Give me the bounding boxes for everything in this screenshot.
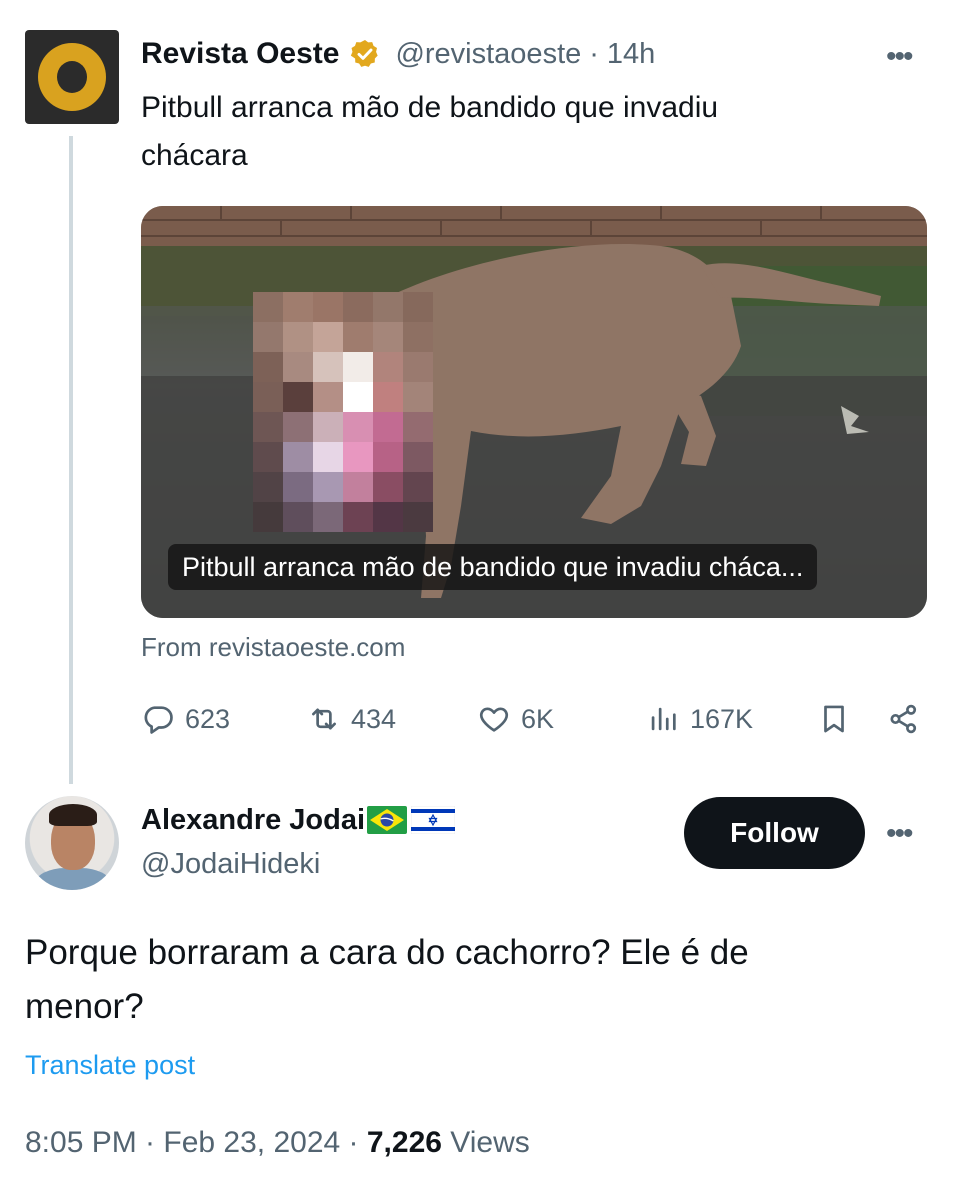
verified-badge-icon xyxy=(351,40,379,67)
reply-icon xyxy=(144,706,173,734)
translate-post-link[interactable]: Translate post xyxy=(25,1050,195,1081)
parent-handle[interactable]: @revistaoeste xyxy=(395,38,581,71)
israel-flag-icon xyxy=(411,806,456,834)
more-options-icon[interactable]: ••• xyxy=(886,40,913,74)
views-button[interactable]: 167K xyxy=(646,696,753,742)
repost-count: 434 xyxy=(351,703,397,734)
parent-tweet-text: Pitbull arranca mão de bandido que invad… xyxy=(141,84,901,180)
reply-author-name[interactable]: Alexandre Jodai xyxy=(141,804,365,837)
revista-oeste-avatar[interactable] xyxy=(25,30,119,124)
media-caption: Pitbull arranca mão de bandido que invad… xyxy=(168,544,818,590)
reply-text: Porque borraram a cara do cachorro? Ele … xyxy=(25,926,925,1034)
reply-text-line: Porque borraram a cara do cachorro? Ele … xyxy=(25,933,749,972)
reply-button[interactable]: 623 xyxy=(141,696,230,742)
bookmark-icon xyxy=(824,705,844,733)
reply-author-row: Alexandre Jodai xyxy=(141,800,456,840)
separator-dot: · xyxy=(589,37,599,70)
share-button[interactable] xyxy=(887,696,931,742)
post-views-count: 7,226 xyxy=(366,1126,442,1159)
parent-time[interactable]: 14h xyxy=(607,38,655,71)
share-icon xyxy=(890,704,917,734)
bookmark-button[interactable] xyxy=(817,696,861,742)
heart-icon xyxy=(479,707,509,732)
avatar-shirt xyxy=(35,868,111,890)
post-metadata: 8:05 PM · Feb 23, 2024 · 7,226 Views xyxy=(25,1126,530,1160)
reply-author-avatar[interactable] xyxy=(25,796,119,890)
reply-text-line: menor? xyxy=(25,987,144,1026)
action-bar: 623 434 6K 167K xyxy=(141,696,931,742)
link-source[interactable]: From revistaoeste.com xyxy=(141,632,405,663)
reply-count: 623 xyxy=(185,703,231,734)
like-count: 6K xyxy=(521,703,555,734)
brazil-flag-icon xyxy=(367,806,408,834)
post-views-label: Views xyxy=(450,1126,530,1159)
avatar-hair xyxy=(49,804,97,826)
parent-author-name[interactable]: Revista Oeste xyxy=(141,37,339,71)
more-options-icon[interactable]: ••• xyxy=(886,817,913,851)
like-button[interactable]: 6K xyxy=(477,696,554,742)
views-count: 167K xyxy=(690,703,754,734)
parent-text-line: chácara xyxy=(141,139,248,172)
follow-button[interactable]: Follow xyxy=(684,797,865,869)
parent-text-line: Pitbull arranca mão de bandido que invad… xyxy=(141,91,719,124)
parent-author-row: Revista Oeste @revistaoeste · 14h xyxy=(141,32,655,76)
repost-button[interactable]: 434 xyxy=(307,696,396,742)
repost-icon xyxy=(312,708,336,730)
reply-handle[interactable]: @JodaiHideki xyxy=(141,848,320,881)
analytics-icon xyxy=(651,707,676,731)
post-timestamp[interactable]: 8:05 PM · Feb 23, 2024 · xyxy=(25,1126,359,1159)
thread-connector-line xyxy=(69,136,73,784)
logo-ring-icon xyxy=(38,43,106,111)
